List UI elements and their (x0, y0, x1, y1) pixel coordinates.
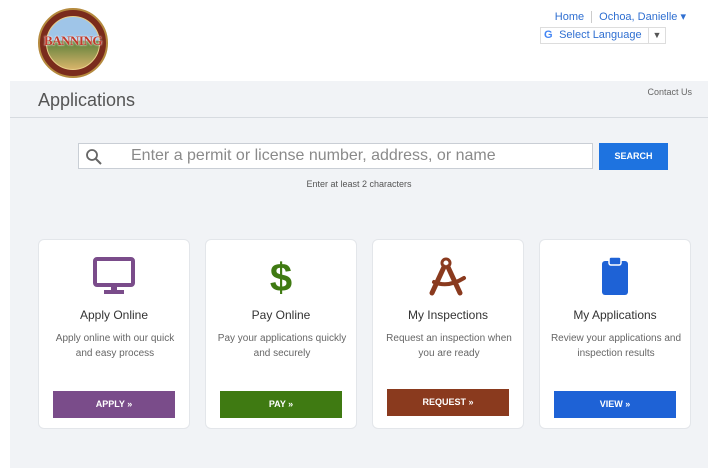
card-title: Pay Online (251, 308, 311, 322)
card-apply-online: Apply Online Apply online with our quick… (38, 239, 190, 429)
card-title: Apply Online (79, 308, 149, 322)
card-description: Pay your applications quickly and secure… (217, 333, 347, 359)
card-my-inspections: My Inspections Request an inspection whe… (372, 239, 524, 429)
nav-divider (591, 11, 593, 24)
user-menu[interactable]: Ochoa, Danielle ▾ (599, 10, 686, 23)
card-description: Apply online with our quick and easy pro… (55, 333, 175, 359)
search-box (78, 143, 593, 169)
home-link[interactable]: Home (555, 11, 584, 23)
google-icon: G (544, 29, 553, 41)
view-button[interactable]: VIEW » (554, 391, 676, 418)
search-hint: Enter at least 2 characters (306, 179, 412, 189)
language-selector[interactable]: G Select Language ▼ (540, 27, 666, 44)
card-pay-online: $ Pay Online Pay your applications quick… (205, 239, 357, 429)
apply-button[interactable]: APPLY » (53, 391, 175, 418)
contact-us-link[interactable]: Contact Us (647, 87, 692, 97)
card-description: Request an inspection when you are ready (386, 333, 512, 359)
pay-button[interactable]: PAY » (220, 391, 342, 418)
dropdown-arrow-icon[interactable]: ▼ (648, 28, 665, 43)
title-bar: Applications Contact Us (10, 81, 708, 118)
city-seal-logo[interactable]: BANNING (38, 8, 108, 78)
top-nav: Home Ochoa, Danielle ▾ (555, 10, 686, 24)
dollar-icon: $ (256, 254, 306, 298)
search-input[interactable] (131, 144, 581, 168)
language-label: Select Language (559, 29, 642, 41)
card-description: Review your applications and inspection … (550, 333, 682, 359)
monitor-icon (89, 254, 139, 298)
clipboard-icon (590, 254, 640, 298)
request-button[interactable]: REQUEST » (387, 389, 509, 416)
card-my-applications: My Applications Review your applications… (539, 239, 691, 429)
main-content: Applications Contact Us SEARCH Enter at … (10, 81, 708, 468)
card-title: My Applications (573, 308, 657, 322)
card-title: My Inspections (407, 308, 489, 322)
page-title: Applications (38, 90, 136, 110)
svg-text:$: $ (270, 256, 292, 297)
header: BANNING Home Ochoa, Danielle ▾ G Select L… (0, 0, 708, 80)
compass-icon (423, 254, 473, 298)
search-button[interactable]: SEARCH (599, 143, 668, 170)
logo-text: BANNING (44, 33, 102, 48)
search-icon (86, 149, 102, 165)
